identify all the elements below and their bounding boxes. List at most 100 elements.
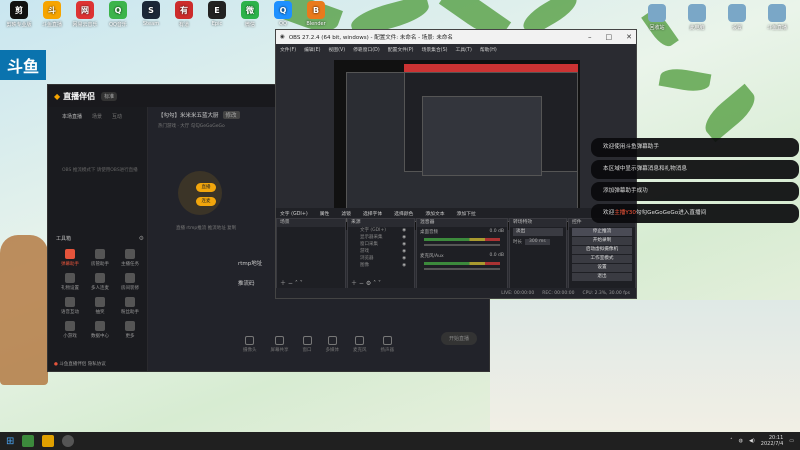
eye-icon[interactable]: ◉ bbox=[402, 234, 406, 241]
desktop-icon[interactable]: 网网易云音乐 bbox=[68, 1, 102, 28]
eye-icon[interactable]: ◉ bbox=[402, 241, 406, 248]
version-tag[interactable]: 标准 bbox=[101, 91, 118, 101]
start-live-button[interactable]: 开始直播 bbox=[440, 332, 477, 345]
tool-item[interactable]: 粉丝助手 bbox=[116, 297, 144, 315]
desktop-icon[interactable]: 有有道 bbox=[167, 1, 201, 28]
source-item[interactable]: 文字 (GDI+) ◉ bbox=[348, 227, 414, 234]
bottom-bar-button[interactable]: 窗口 bbox=[302, 335, 312, 353]
desktop-icon[interactable]: 剪剪映专业版 bbox=[2, 1, 36, 28]
add-scene-icon[interactable]: ＋ − ˄ ˅ bbox=[280, 278, 303, 287]
desktop-icon[interactable]: S Steam bbox=[134, 1, 168, 27]
volume-icon[interactable]: ◀) bbox=[749, 438, 755, 444]
tool-item[interactable]: 更多 bbox=[116, 321, 144, 339]
tool-item[interactable]: 抽奖 bbox=[86, 297, 114, 315]
control-button[interactable]: 退出 bbox=[572, 273, 632, 281]
obs-toolbar-item[interactable]: 添加下拉 bbox=[457, 210, 476, 217]
network-icon[interactable]: ◍ bbox=[739, 438, 743, 444]
obs-toolbar-item[interactable]: 选择颜色 bbox=[394, 210, 413, 217]
obs-menu-item[interactable]: 编辑(E) bbox=[304, 46, 320, 53]
volume-meter bbox=[424, 262, 500, 265]
eye-icon[interactable]: ◉ bbox=[402, 255, 406, 262]
pill-live[interactable]: 直播 bbox=[196, 183, 216, 192]
notification-icon[interactable]: ▭ bbox=[789, 438, 794, 444]
tool-item[interactable]: 房间装修 bbox=[116, 273, 144, 291]
volume-slider[interactable] bbox=[424, 268, 500, 270]
eye-icon[interactable]: ◉ bbox=[402, 227, 406, 234]
desktop-icon-label: QQ bbox=[279, 21, 287, 27]
obs-toolbar-item[interactable]: 滤镜 bbox=[341, 210, 351, 217]
obs-menu-item[interactable]: 停靠窗口(D) bbox=[353, 46, 380, 53]
chat-username[interactable]: 主播Y30 bbox=[614, 210, 636, 216]
tool-item[interactable]: 弹幕助手 bbox=[56, 249, 84, 267]
desktop-icon[interactable]: 此电脑 bbox=[680, 4, 714, 31]
desktop-icon[interactable]: 斗鱼直播 bbox=[760, 4, 794, 31]
obs-menu-item[interactable]: 帮助(H) bbox=[480, 46, 497, 53]
eye-icon[interactable]: ◉ bbox=[402, 262, 406, 269]
tab-interact[interactable]: 互动 bbox=[112, 113, 122, 120]
transition-select[interactable]: 淡出 bbox=[513, 228, 563, 236]
desktop-icon[interactable]: 斗斗鱼直播 bbox=[35, 1, 69, 28]
pill-connect[interactable]: 连麦 bbox=[196, 197, 216, 206]
tab-scene[interactable]: 场景 bbox=[92, 113, 102, 120]
obs-toolbar-item[interactable]: 属性 bbox=[320, 210, 330, 217]
desktop-icon[interactable]: E Epic bbox=[200, 1, 234, 27]
desktop-icon[interactable]: 设置 bbox=[720, 4, 754, 31]
taskbar-app-icon[interactable] bbox=[22, 435, 35, 447]
bottom-bar-button[interactable]: 屏幕共享 bbox=[271, 335, 289, 353]
settings-icon[interactable]: ⚙ bbox=[139, 235, 144, 242]
source-item[interactable]: 游戏 ◉ bbox=[348, 248, 414, 255]
tool-icon bbox=[95, 273, 105, 283]
edit-button[interactable]: 修改 bbox=[222, 111, 240, 119]
duration-input[interactable]: 300 ms bbox=[525, 239, 550, 245]
tool-item[interactable]: 小游戏 bbox=[56, 321, 84, 339]
control-button[interactable]: 停止推流 bbox=[572, 228, 632, 236]
source-item[interactable]: 显示器采集 ◉ bbox=[348, 234, 414, 241]
desktop-icon[interactable]: B Blender bbox=[299, 1, 333, 27]
bottom-bar-button[interactable]: 麦克风 bbox=[353, 335, 367, 353]
source-item[interactable]: 图像 ◉ bbox=[348, 262, 414, 269]
source-item[interactable]: 窗口采集 ◉ bbox=[348, 241, 414, 248]
tool-item[interactable]: 房管助手 bbox=[86, 249, 114, 267]
desktop-icon[interactable]: 回收站 bbox=[640, 4, 674, 31]
obs-menu-item[interactable]: 视图(V) bbox=[328, 46, 345, 53]
minimize-icon[interactable]: – bbox=[588, 33, 592, 41]
tool-item[interactable]: 礼物设置 bbox=[56, 273, 84, 291]
obs-menu-item[interactable]: 场景集合(S) bbox=[422, 46, 448, 53]
tool-item[interactable]: 数据中心 bbox=[86, 321, 114, 339]
taskbar-obs-icon[interactable] bbox=[62, 435, 75, 447]
control-button[interactable]: 工作室模式 bbox=[572, 255, 632, 263]
room-title[interactable]: 【勾勾】米米米五蓝大厨 bbox=[158, 111, 219, 119]
control-button[interactable]: 设置 bbox=[572, 264, 632, 272]
mixer-header: 桌面音频 0.0 dB bbox=[420, 229, 504, 235]
bottom-bar-button[interactable]: 扬声器 bbox=[381, 335, 394, 353]
desktop-icon[interactable]: 微微信 bbox=[233, 1, 267, 28]
source-item[interactable]: 浏览器 ◉ bbox=[348, 255, 414, 262]
desktop-icon[interactable]: Q QQ音乐 bbox=[101, 1, 135, 28]
tool-item[interactable]: 语音互动 bbox=[56, 297, 84, 315]
close-icon[interactable]: ✕ bbox=[626, 33, 632, 41]
chevron-up-icon[interactable]: ˄ bbox=[730, 438, 733, 444]
add-source-icon[interactable]: ＋ − ⚙ ˄ ˅ bbox=[351, 278, 381, 287]
obs-menu-item[interactable]: 工具(T) bbox=[456, 46, 472, 53]
obs-menu-item[interactable]: 文件(F) bbox=[280, 46, 296, 53]
source-label: 游戏 bbox=[360, 249, 369, 254]
windows-start-icon[interactable]: ⊞ bbox=[6, 436, 14, 447]
clock[interactable]: 20:11 2022/7/4 bbox=[761, 435, 783, 447]
obs-toolbar-item[interactable]: 添加文本 bbox=[425, 210, 444, 217]
desktop-icon-label: 此电脑 bbox=[689, 25, 705, 31]
desktop-icon[interactable]: Q QQ bbox=[266, 1, 300, 27]
obs-toolbar-item[interactable]: 选择字体 bbox=[363, 210, 382, 217]
control-button[interactable]: 开始录制 bbox=[572, 237, 632, 245]
tool-item[interactable]: 主播任务 bbox=[116, 249, 144, 267]
taskbar-douyu-icon[interactable] bbox=[42, 435, 55, 447]
tab-live[interactable]: 本场直播 bbox=[62, 113, 82, 120]
eye-icon[interactable]: ◉ bbox=[402, 248, 406, 255]
volume-slider[interactable] bbox=[424, 244, 500, 246]
obs-menu-item[interactable]: 配置文件(P) bbox=[388, 46, 414, 53]
control-button[interactable]: 启动虚拟摄像机 bbox=[572, 246, 632, 254]
bottom-bar-button[interactable]: 多媒体 bbox=[326, 335, 339, 353]
tool-item[interactable]: 多人连麦 bbox=[86, 273, 114, 291]
bottom-bar-button[interactable]: 摄像头 bbox=[243, 335, 257, 353]
maximize-icon[interactable]: □ bbox=[606, 33, 613, 41]
system-tray: ˄ ◍ ◀) 20:11 2022/7/4 ▭ bbox=[730, 435, 794, 447]
